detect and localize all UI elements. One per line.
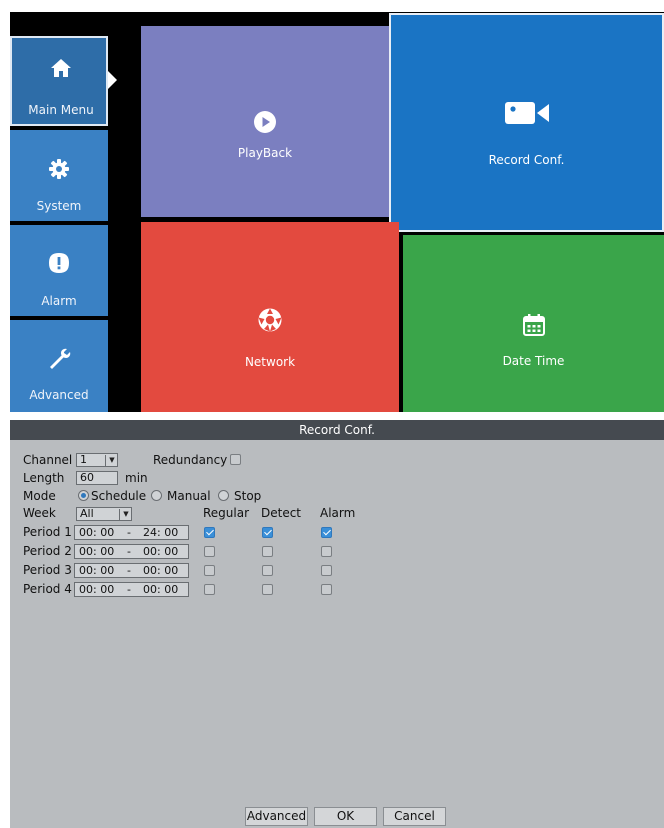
- length-input[interactable]: 60: [76, 471, 118, 485]
- mode-manual-label: Manual: [167, 489, 211, 503]
- column-header-regular: Regular: [203, 506, 250, 520]
- advanced-button[interactable]: Advanced: [245, 807, 308, 826]
- tile-record-conf[interactable]: Record Conf.: [389, 13, 664, 232]
- period-label: Period 1: [23, 525, 72, 539]
- channel-label: Channel: [23, 453, 73, 467]
- cancel-button[interactable]: Cancel: [383, 807, 446, 826]
- alert-icon: [10, 252, 108, 278]
- sidebar-item-advanced[interactable]: Advanced: [10, 320, 108, 412]
- period-detect-checkbox[interactable]: [262, 546, 273, 557]
- period-start: 00: 00: [79, 564, 115, 577]
- period-start: 00: 00: [79, 526, 115, 539]
- period-time-range[interactable]: 00: 00 - 24: 00: [74, 525, 189, 540]
- mode-schedule-radio[interactable]: [78, 490, 89, 501]
- period-end: 00: 00: [143, 583, 179, 596]
- period-separator: -: [127, 526, 131, 539]
- video-camera-icon: [391, 101, 662, 129]
- sidebar-item-system[interactable]: System: [10, 130, 108, 221]
- sidebar-item-alarm[interactable]: Alarm: [10, 225, 108, 316]
- period-start: 00: 00: [79, 583, 115, 596]
- selection-arrow-icon: [108, 71, 117, 89]
- sidebar-item-label: System: [36, 199, 82, 213]
- sidebar-item-label: Alarm: [41, 294, 77, 308]
- sidebar-item-label: Main Menu: [28, 103, 94, 117]
- length-label: Length: [23, 471, 65, 485]
- tile-playback[interactable]: PlayBack: [141, 26, 389, 217]
- period-end: 00: 00: [143, 564, 179, 577]
- period-alarm-checkbox[interactable]: [321, 584, 332, 595]
- tile-date-time[interactable]: Date Time: [403, 235, 664, 412]
- tile-label: Date Time: [502, 354, 565, 368]
- period-detect-checkbox[interactable]: [262, 584, 273, 595]
- channel-value: 1: [80, 453, 87, 466]
- week-select[interactable]: All ▼: [76, 507, 132, 521]
- period-separator: -: [127, 564, 131, 577]
- mode-stop-radio[interactable]: [218, 490, 229, 501]
- mode-stop-label: Stop: [234, 489, 262, 503]
- period-start: 00: 00: [79, 545, 115, 558]
- mode-label: Mode: [23, 489, 56, 503]
- period-regular-checkbox[interactable]: [204, 565, 215, 576]
- wrench-icon: [10, 346, 108, 374]
- period-time-range[interactable]: 00: 00 - 00: 00: [74, 582, 189, 597]
- period-detect-checkbox[interactable]: [262, 565, 273, 576]
- home-icon: [12, 58, 110, 82]
- dialog-title: Record Conf.: [10, 420, 664, 440]
- period-time-range[interactable]: 00: 00 - 00: 00: [74, 544, 189, 559]
- tile-label: PlayBack: [237, 146, 293, 160]
- period-time-range[interactable]: 00: 00 - 00: 00: [74, 563, 189, 578]
- ok-button[interactable]: OK: [314, 807, 377, 826]
- chevron-down-icon: ▼: [119, 509, 132, 520]
- period-end: 24: 00: [143, 526, 179, 539]
- tile-network[interactable]: Network: [141, 222, 399, 412]
- tile-label: Network: [244, 355, 296, 369]
- sidebar-item-main-menu[interactable]: Main Menu: [10, 36, 108, 126]
- sidebar-item-label: Advanced: [29, 388, 89, 402]
- calendar-icon: [403, 314, 664, 340]
- redundancy-label: Redundancy: [153, 453, 228, 467]
- mode-schedule-label: Schedule: [91, 489, 147, 503]
- gear-icon: [10, 158, 108, 184]
- period-separator: -: [127, 583, 131, 596]
- period-alarm-checkbox[interactable]: [321, 565, 332, 576]
- period-regular-checkbox[interactable]: [204, 546, 215, 557]
- column-header-alarm: Alarm: [320, 506, 356, 520]
- redundancy-checkbox[interactable]: [230, 454, 241, 465]
- play-icon: [141, 111, 389, 137]
- period-end: 00: 00: [143, 545, 179, 558]
- period-label: Period 4: [23, 582, 72, 596]
- mode-manual-radio[interactable]: [151, 490, 162, 501]
- week-value: All: [80, 507, 94, 520]
- week-label: Week: [23, 506, 56, 520]
- period-label: Period 2: [23, 544, 72, 558]
- period-regular-checkbox[interactable]: [204, 584, 215, 595]
- tile-label: Record Conf.: [488, 153, 565, 167]
- network-globe-icon: [141, 308, 399, 336]
- chevron-down-icon: ▼: [105, 455, 118, 466]
- period-regular-checkbox[interactable]: [204, 527, 215, 538]
- channel-select[interactable]: 1 ▼: [76, 453, 118, 467]
- record-conf-dialog: Record Conf. Channel 1 ▼ Redundancy Leng…: [10, 420, 664, 828]
- period-separator: -: [127, 545, 131, 558]
- period-detect-checkbox[interactable]: [262, 527, 273, 538]
- length-unit: min: [125, 471, 148, 485]
- column-header-detect: Detect: [261, 506, 302, 520]
- period-alarm-checkbox[interactable]: [321, 546, 332, 557]
- period-alarm-checkbox[interactable]: [321, 527, 332, 538]
- period-label: Period 3: [23, 563, 72, 577]
- main-menu-panel: Main Menu System Alarm Advanced PlayBack…: [10, 12, 664, 412]
- length-value: 60: [80, 471, 94, 484]
